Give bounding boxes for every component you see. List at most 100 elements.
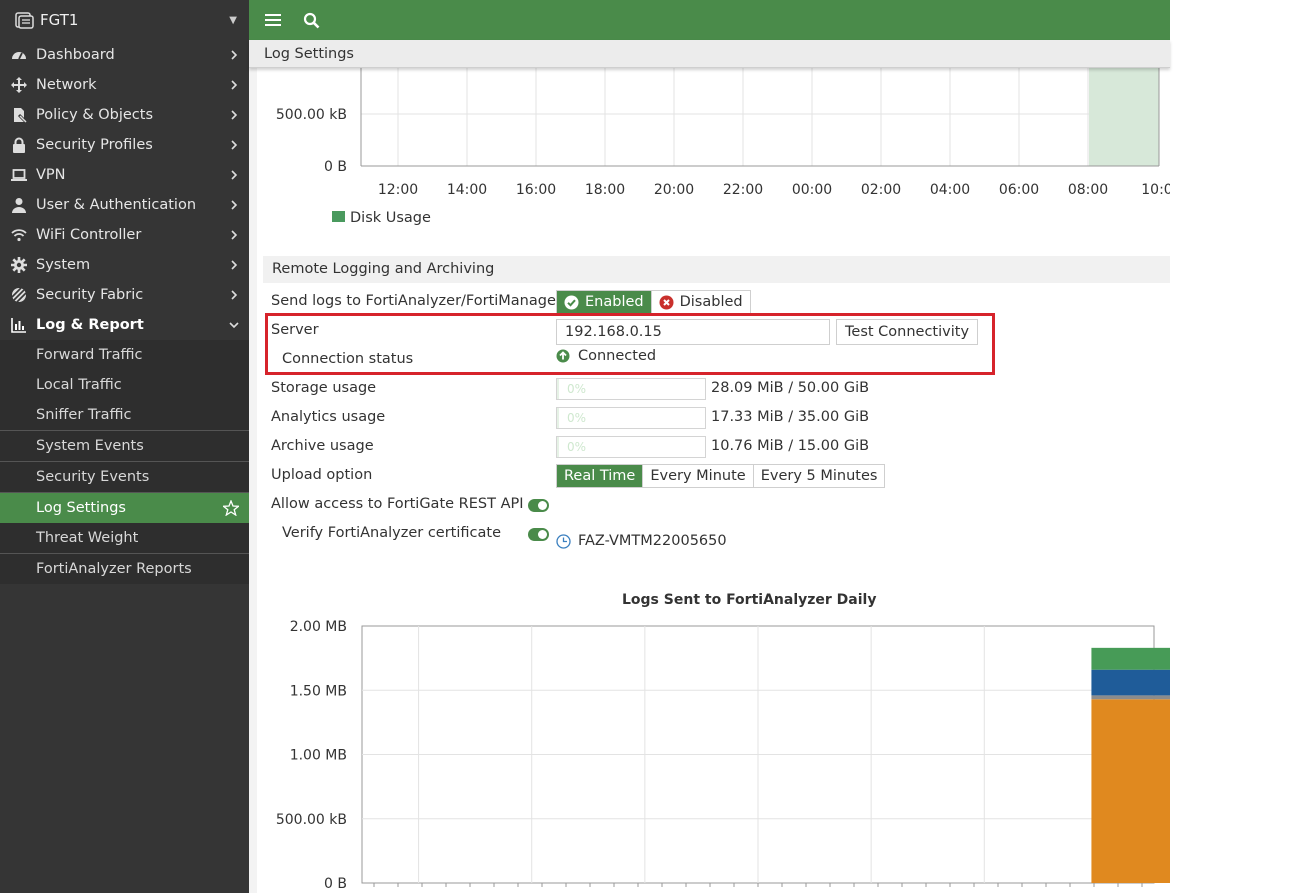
disk-usage-chart: 500.00 kB 0 B 12:00 14:00 16:00 18:00 20:00 2… bbox=[276, 68, 1170, 226]
storage-usage-percent: 0% bbox=[567, 382, 587, 396]
disabled-option[interactable]: Disabled bbox=[650, 291, 750, 313]
logs-sent-chart: 2.00 MB 1.50 MB 1.00 MB 500.00 kB 0 B bbox=[276, 619, 1170, 892]
verify-cert-label: Verify FortiAnalyzer certificate bbox=[282, 525, 501, 541]
x-tick-label: 20:00 bbox=[654, 182, 694, 198]
sidebar-item-label: WiFi Controller bbox=[36, 227, 142, 243]
x-tick-label: 02:00 bbox=[861, 182, 901, 198]
upload-option-selector: Real Time Every Minute Every 5 Minutes bbox=[556, 464, 886, 488]
sidebar-item-label: Security Profiles bbox=[36, 137, 153, 153]
x-tick-label: 14:00 bbox=[447, 182, 487, 198]
annotation-highlight-box bbox=[265, 313, 995, 375]
legend-swatch bbox=[332, 211, 345, 222]
bar-segment bbox=[1091, 695, 1170, 700]
caret-down-icon: ▼ bbox=[229, 14, 237, 26]
y-tick-label: 2.00 MB bbox=[290, 619, 347, 635]
top-bar bbox=[249, 0, 1170, 40]
sidebar-item-network[interactable]: Network bbox=[0, 70, 249, 100]
gear-icon bbox=[10, 256, 28, 274]
certificate-info: FAZ-VMTM22005650 bbox=[556, 533, 727, 549]
sidebar-subitem-log-settings[interactable]: Log Settings bbox=[0, 492, 249, 523]
device-icon bbox=[15, 12, 34, 29]
sidebar-item-label: System bbox=[36, 257, 91, 273]
sidebar-item-vpn[interactable]: VPN bbox=[0, 160, 249, 190]
sidebar-subitem-label: Security Events bbox=[36, 469, 150, 485]
sidebar-subitem-sniffer-traffic[interactable]: Sniffer Traffic bbox=[0, 400, 249, 430]
section-title-remote-logging: Remote Logging and Archiving bbox=[263, 256, 1170, 283]
sidebar-subitem-label: Local Traffic bbox=[36, 377, 122, 393]
chevron-right-icon bbox=[231, 200, 238, 210]
sidebar-item-label: Network bbox=[36, 77, 97, 93]
x-tick-label: 12:00 bbox=[378, 182, 418, 198]
upload-option-real-time[interactable]: Real Time bbox=[557, 465, 643, 487]
sidebar-item-label: VPN bbox=[36, 167, 66, 183]
rest-api-label: Allow access to FortiGate REST API bbox=[271, 496, 524, 512]
sidebar-item-dashboard[interactable]: Dashboard bbox=[0, 40, 249, 70]
y-tick-label: 500.00 kB bbox=[276, 812, 347, 828]
sidebar-item-label: Log & Report bbox=[36, 317, 144, 333]
fabric-icon bbox=[10, 286, 28, 304]
disk-highlight-region bbox=[1089, 68, 1159, 166]
sidebar-subitem-threat-weight[interactable]: Threat Weight bbox=[0, 523, 249, 553]
wifi-icon bbox=[10, 226, 28, 244]
y-tick-label: 500.00 kB bbox=[276, 107, 347, 123]
verify-cert-toggle[interactable] bbox=[528, 528, 549, 541]
upload-option-every-5-minutes[interactable]: Every 5 Minutes bbox=[752, 465, 885, 487]
chevron-right-icon bbox=[231, 170, 238, 180]
sidebar-subitem-label: Threat Weight bbox=[36, 530, 139, 546]
rest-api-toggle[interactable] bbox=[528, 499, 549, 512]
star-icon[interactable] bbox=[223, 500, 239, 516]
breadcrumb: Log Settings bbox=[249, 40, 1170, 68]
sidebar-subitem-label: System Events bbox=[36, 438, 144, 454]
sidebar-subitem-forward-traffic[interactable]: Forward Traffic bbox=[0, 340, 249, 370]
sidebar-subitem-label: Forward Traffic bbox=[36, 347, 143, 363]
archive-usage-bar: 0% bbox=[556, 436, 706, 458]
search-icon[interactable] bbox=[299, 8, 323, 32]
hamburger-icon[interactable] bbox=[261, 8, 285, 32]
analytics-usage-percent: 0% bbox=[567, 411, 587, 425]
archive-usage-label: Archive usage bbox=[271, 438, 374, 454]
sidebar-item-security-fabric[interactable]: Security Fabric bbox=[0, 280, 249, 310]
bar-segment bbox=[1091, 647, 1170, 670]
x-tick-label: 16:00 bbox=[516, 182, 556, 198]
storage-usage-label: Storage usage bbox=[271, 380, 377, 396]
chevron-right-icon bbox=[231, 230, 238, 240]
sidebar-subitem-local-traffic[interactable]: Local Traffic bbox=[0, 370, 249, 400]
sidebar-item-security-profiles[interactable]: Security Profiles bbox=[0, 130, 249, 160]
storage-usage-fill bbox=[557, 379, 559, 399]
chevron-right-icon bbox=[231, 80, 238, 90]
chevron-right-icon bbox=[231, 290, 238, 300]
disabled-label: Disabled bbox=[679, 294, 743, 310]
upload-option-every-minute[interactable]: Every Minute bbox=[642, 465, 753, 487]
upload-option-label: Upload option bbox=[271, 467, 373, 483]
sidebar-item-policy-objects[interactable]: Policy & Objects bbox=[0, 100, 249, 130]
x-tick-label: 06:00 bbox=[999, 182, 1039, 198]
x-tick-label: 08:00 bbox=[1068, 182, 1108, 198]
chevron-right-icon bbox=[231, 110, 238, 120]
analytics-usage-value: 17.33 MiB / 35.00 GiB bbox=[711, 409, 870, 425]
sidebar-item-system[interactable]: System bbox=[0, 250, 249, 280]
bar-segment bbox=[1091, 699, 1170, 883]
sidebar-subitem-security-events[interactable]: Security Events bbox=[0, 461, 249, 492]
x-tick-label: 04:00 bbox=[930, 182, 970, 198]
chevron-right-icon bbox=[231, 140, 238, 150]
sidebar-subitem-system-events[interactable]: System Events bbox=[0, 430, 249, 461]
sidebar-subitem-label: Sniffer Traffic bbox=[36, 407, 132, 423]
sidebar-item-wifi-controller[interactable]: WiFi Controller bbox=[0, 220, 249, 250]
enabled-option[interactable]: Enabled bbox=[557, 291, 651, 313]
sidebar-subitem-label: Log Settings bbox=[36, 500, 126, 516]
bar-segment bbox=[1091, 669, 1170, 696]
policy-icon bbox=[10, 106, 28, 124]
sidebar-item-label: User & Authentication bbox=[36, 197, 197, 213]
storage-usage-bar: 0% bbox=[556, 378, 706, 400]
sidebar-item-label: Dashboard bbox=[36, 47, 115, 63]
sidebar-subitem-fortianalyzer-reports[interactable]: FortiAnalyzer Reports bbox=[0, 553, 249, 584]
x-circle-icon bbox=[659, 295, 674, 310]
sidebar-item-log-report[interactable]: Log & Report bbox=[0, 310, 249, 340]
sidebar-item-user-authentication[interactable]: User & Authentication bbox=[0, 190, 249, 220]
chart-icon bbox=[10, 316, 28, 334]
y-tick-label: 0 B bbox=[324, 876, 347, 892]
sidebar-subitem-label: FortiAnalyzer Reports bbox=[36, 561, 192, 577]
y-tick-label: 0 B bbox=[324, 159, 347, 175]
device-selector[interactable]: FGT1 ▼ bbox=[0, 0, 249, 40]
clock-icon bbox=[556, 533, 571, 549]
